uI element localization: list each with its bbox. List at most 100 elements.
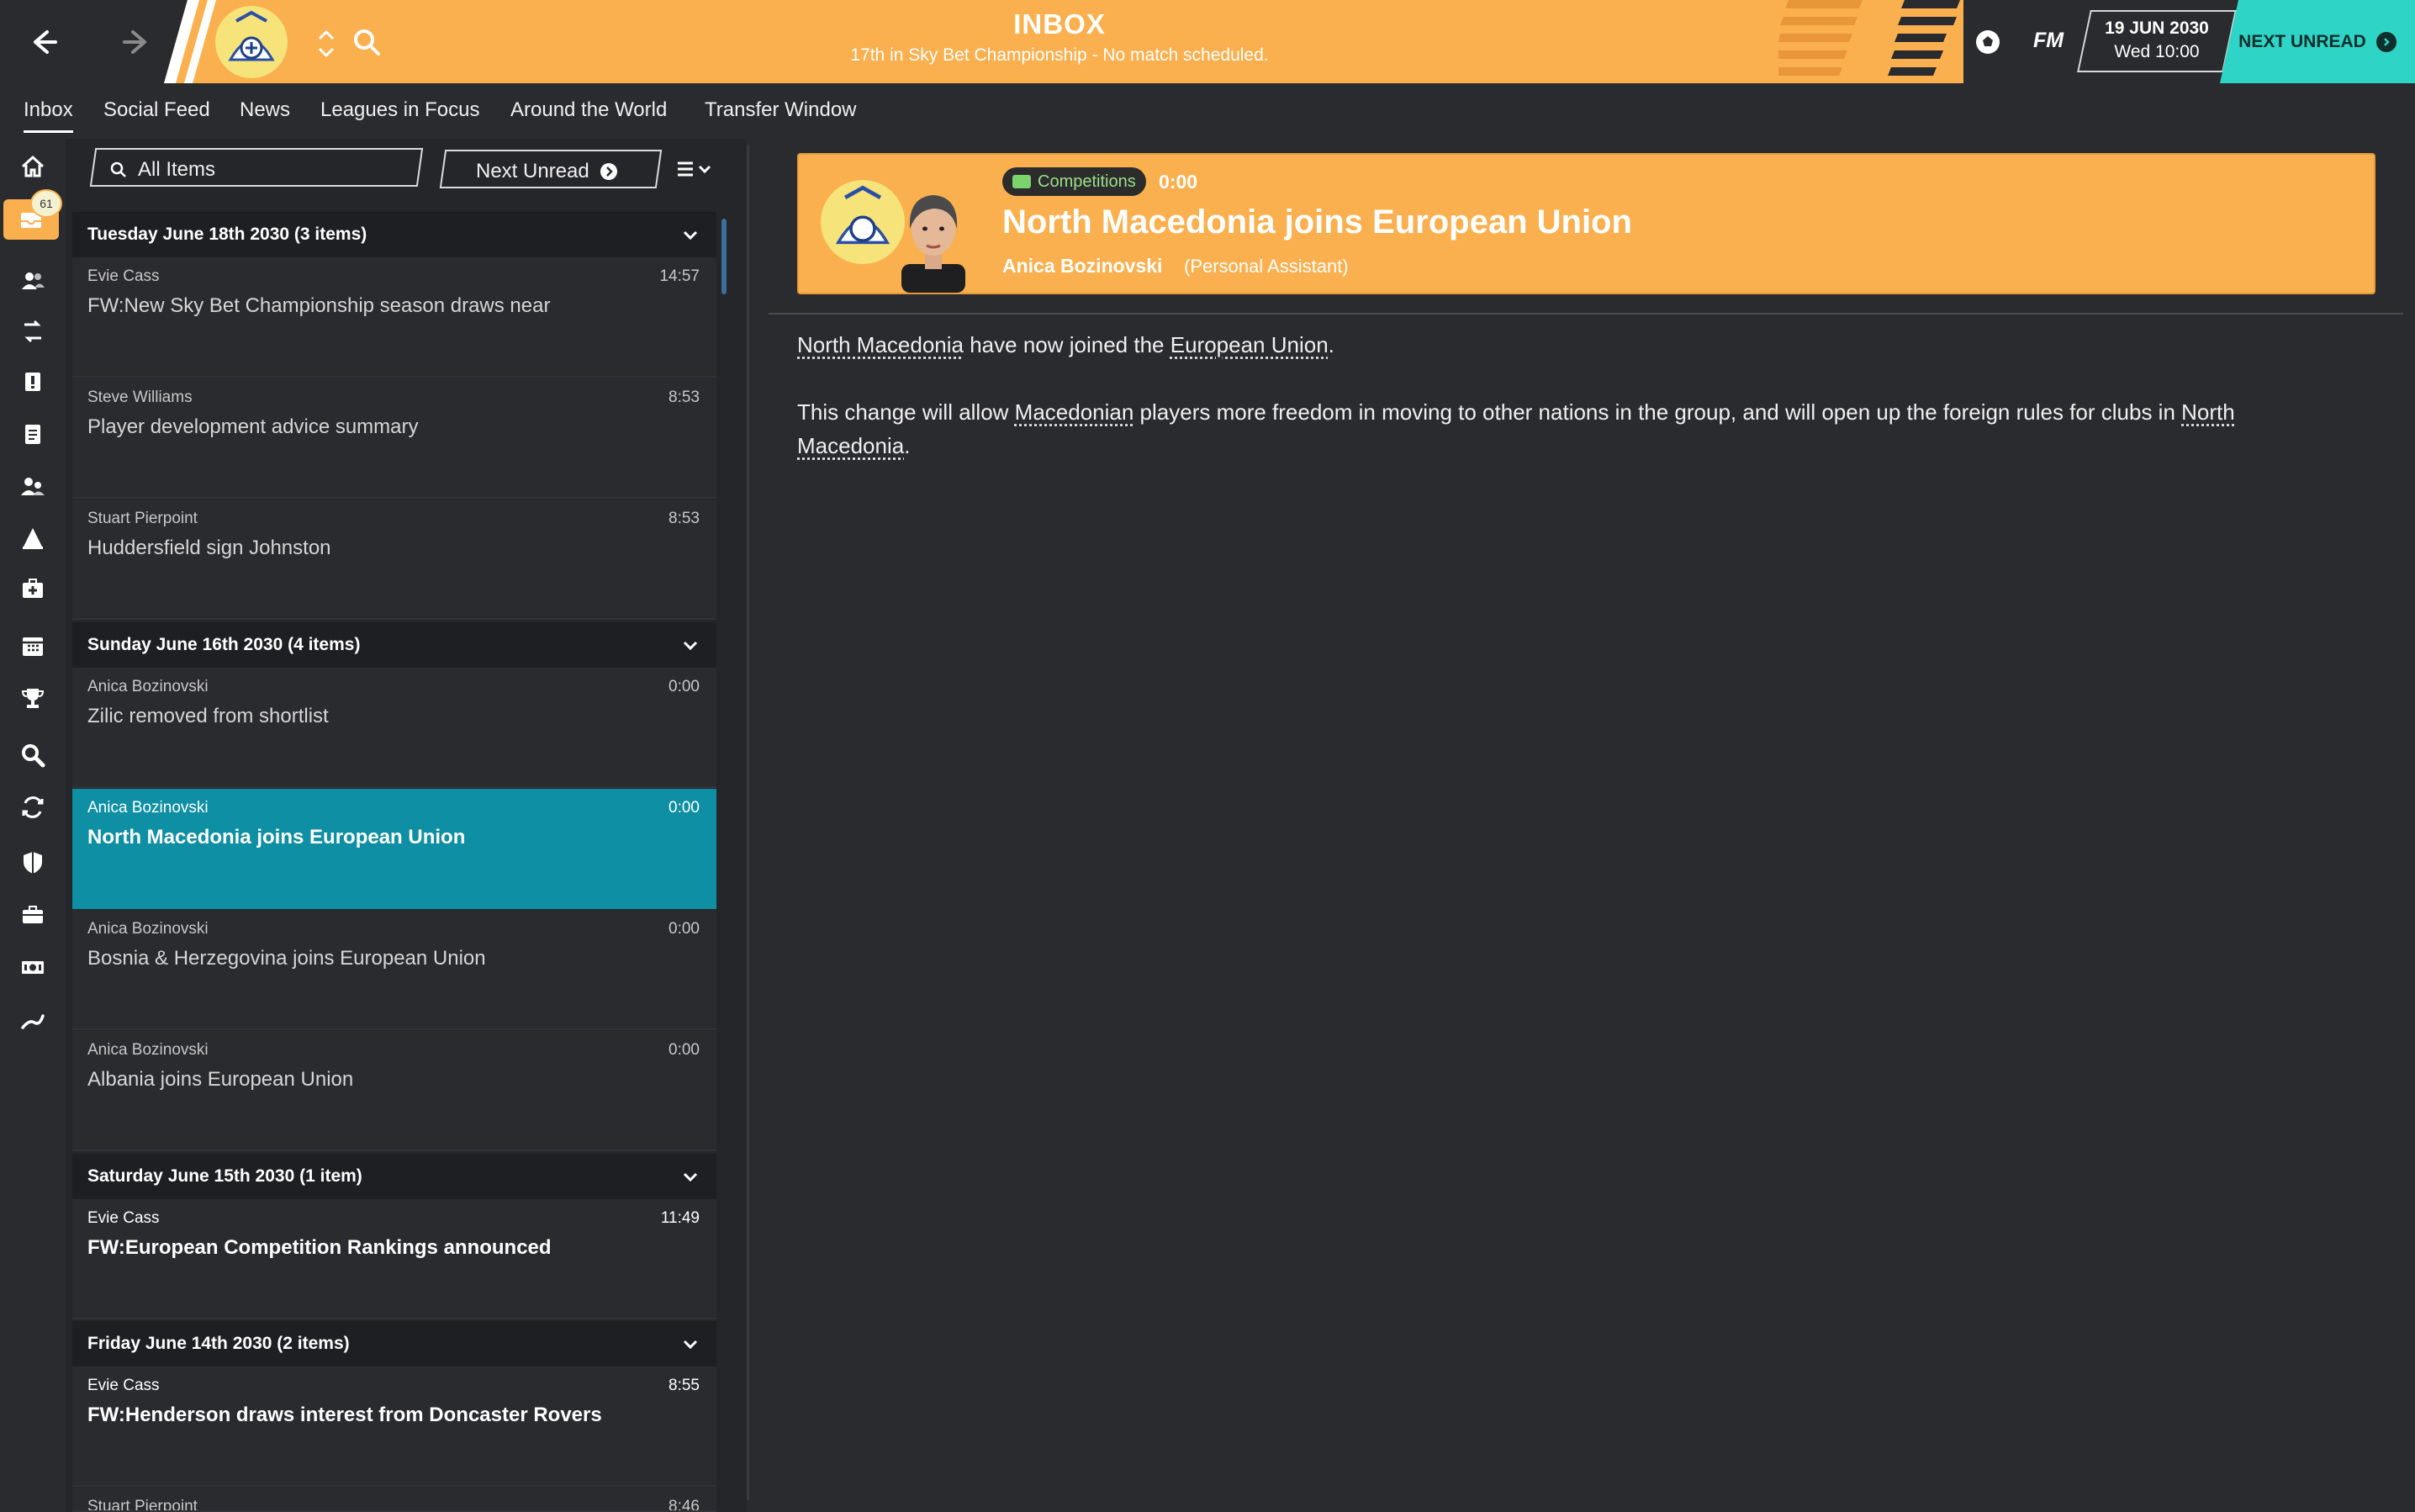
search-icon <box>110 161 126 177</box>
next-unread-button[interactable]: Next Unread <box>476 160 618 183</box>
sidebar-item-dynamics[interactable] <box>15 364 50 399</box>
sidebar-item-staff[interactable] <box>15 468 50 504</box>
filter-label: All Items <box>138 158 216 181</box>
sidebar-item-competitions[interactable] <box>15 680 50 716</box>
scouting-icon <box>22 744 45 768</box>
sidebar-item-club-vision[interactable] <box>15 897 50 933</box>
group-header[interactable]: Friday June 14th 2030 (2 items) <box>72 1321 716 1367</box>
tab-leagues-in-focus[interactable]: Leagues in Focus <box>320 98 479 122</box>
tab-strip: Inbox Social Feed News Leagues in Focus … <box>0 83 2415 139</box>
home-icon <box>21 155 45 177</box>
tab-inbox[interactable]: Inbox <box>24 98 73 133</box>
link-macedonian[interactable]: Macedonian <box>1015 399 1134 425</box>
sidebar-item-training[interactable] <box>15 521 50 556</box>
sidebar-item-inbox[interactable]: 61 <box>3 189 62 240</box>
text-span: players more freedom in moving to other … <box>1134 399 2182 425</box>
fm-logo[interactable]: FM <box>2033 29 2064 53</box>
sidebar-item-squad[interactable] <box>15 263 50 299</box>
sidebar-item-medical[interactable] <box>15 571 50 606</box>
message-subject: Albania joins European Union <box>87 1068 354 1091</box>
sidebar-item-scouting[interactable] <box>15 737 50 773</box>
squad-icon <box>22 272 45 289</box>
search-icon[interactable] <box>350 25 383 59</box>
message-sender: Anica Bozinovski <box>87 1041 209 1059</box>
message-paragraph: This change will allow Macedonian player… <box>797 395 2353 463</box>
group-header[interactable]: Saturday June 15th 2030 (1 item) <box>72 1154 716 1199</box>
dynamics-icon <box>25 373 40 391</box>
forward-button[interactable] <box>113 19 160 66</box>
group-header[interactable]: Tuesday June 18th 2030 (3 items) <box>72 212 716 257</box>
nav-controls <box>0 0 168 83</box>
message-subject: FW:Henderson draws interest from Doncast… <box>87 1404 602 1426</box>
group-header[interactable]: Sunday June 16th 2030 (4 items) <box>72 622 716 668</box>
sidebar-item-tactics[interactable] <box>15 314 50 349</box>
sidebar-item-dev-centre[interactable] <box>15 1003 50 1039</box>
text-span: . <box>1328 332 1334 357</box>
forward-arrow-icon <box>123 30 146 54</box>
list-options-icon[interactable] <box>676 158 715 182</box>
match-ball-icon[interactable] <box>1971 25 2005 59</box>
list-item[interactable]: Anica Bozinovski 0:00 Bosnia & Herzegovi… <box>72 910 716 1030</box>
club-crest-icon <box>822 181 904 263</box>
list-scrollbar[interactable] <box>721 219 727 294</box>
sidebar-item-club-info[interactable] <box>15 845 50 880</box>
training-icon <box>23 528 43 549</box>
list-item[interactable]: Evie Cass 14:57 FW:New Sky Bet Champions… <box>72 257 716 378</box>
next-unread-button-top[interactable]: NEXT UNREAD <box>2220 0 2415 83</box>
sender-avatar[interactable] <box>893 180 974 293</box>
chevron-right-icon <box>2375 31 2397 52</box>
chevron-down-icon <box>683 641 698 651</box>
dev-centre-icon <box>21 1014 45 1029</box>
message-sender: Stuart Pierpoint <box>87 1498 198 1512</box>
divider <box>769 313 2403 315</box>
message-time: 0:00 <box>668 920 700 938</box>
tab-news[interactable]: News <box>240 98 290 122</box>
club-badge[interactable] <box>215 6 288 78</box>
message-paragraph: North Macedonia have now joined the Euro… <box>797 328 2353 362</box>
message-time: 0:00 <box>668 1041 700 1059</box>
message-subject: Huddersfield sign Johnston <box>87 537 331 559</box>
link-european-union[interactable]: European Union <box>1171 332 1329 357</box>
medical-icon <box>23 579 43 598</box>
list-item[interactable]: Stuart Pierpoint 8:53 Huddersfield sign … <box>72 500 716 620</box>
sidebar-item-finances[interactable] <box>15 949 50 985</box>
back-button[interactable] <box>20 19 67 66</box>
date-label: 19 JUN 2030 <box>2105 19 2209 38</box>
list-item[interactable]: Anica Bozinovski 0:00 Albania joins Euro… <box>72 1031 716 1151</box>
tab-around-the-world[interactable]: Around the World <box>510 98 667 122</box>
list-item[interactable]: Evie Cass 11:49 FW:European Competition … <box>72 1199 716 1319</box>
list-item[interactable]: Anica Bozinovski 0:00 Zilic removed from… <box>72 668 716 788</box>
message-sender: Steve Williams <box>87 389 193 406</box>
message-sender-name[interactable]: Anica Bozinovski <box>1002 255 1162 278</box>
sidebar-item-schedule[interactable] <box>15 628 50 663</box>
message-time: 8:46 <box>668 1498 700 1512</box>
link-north-macedonia[interactable]: North Macedonia <box>797 332 964 357</box>
club-switch-icon[interactable] <box>316 25 336 62</box>
message-time: 0:00 <box>668 678 700 695</box>
list-item-selected[interactable]: Anica Bozinovski 0:00 North Macedonia jo… <box>72 789 716 909</box>
message-subject: Player development advice summary <box>87 415 419 438</box>
message-sender: Anica Bozinovski <box>87 678 209 695</box>
message-sender: Evie Cass <box>87 267 160 285</box>
tab-social-feed[interactable]: Social Feed <box>103 98 210 122</box>
category-tag[interactable]: Competitions <box>1002 167 1146 196</box>
filter-search[interactable]: All Items <box>109 158 215 182</box>
tab-transfer-window[interactable]: Transfer Window <box>705 98 857 122</box>
list-item[interactable]: Steve Williams 8:53 Player development a… <box>72 378 716 499</box>
chevron-circle-right-icon <box>600 163 617 180</box>
list-item[interactable]: Evie Cass 8:55 FW:Henderson draws intere… <box>72 1367 716 1487</box>
title-block: INBOX 17th in Sky Bet Championship - No … <box>757 8 1362 66</box>
sidebar-item-transfers[interactable] <box>15 790 50 825</box>
sidebar-item-reports[interactable] <box>15 416 50 452</box>
page-subtitle: 17th in Sky Bet Championship - No match … <box>850 45 1269 65</box>
group-title: Tuesday June 18th 2030 (3 items) <box>87 225 367 244</box>
message-header-time: 0:00 <box>1159 171 1198 193</box>
reports-icon <box>25 425 40 444</box>
game-date: 19 JUN 2030 Wed 10:00 <box>2094 19 2220 62</box>
list-item[interactable]: Stuart Pierpoint 8:46 <box>72 1488 716 1512</box>
transfers-icon <box>22 796 44 818</box>
panel-divider[interactable] <box>747 145 749 1500</box>
text-span: . <box>904 433 911 458</box>
tag-icon <box>1012 175 1031 188</box>
sidebar-item-home[interactable] <box>15 149 50 184</box>
